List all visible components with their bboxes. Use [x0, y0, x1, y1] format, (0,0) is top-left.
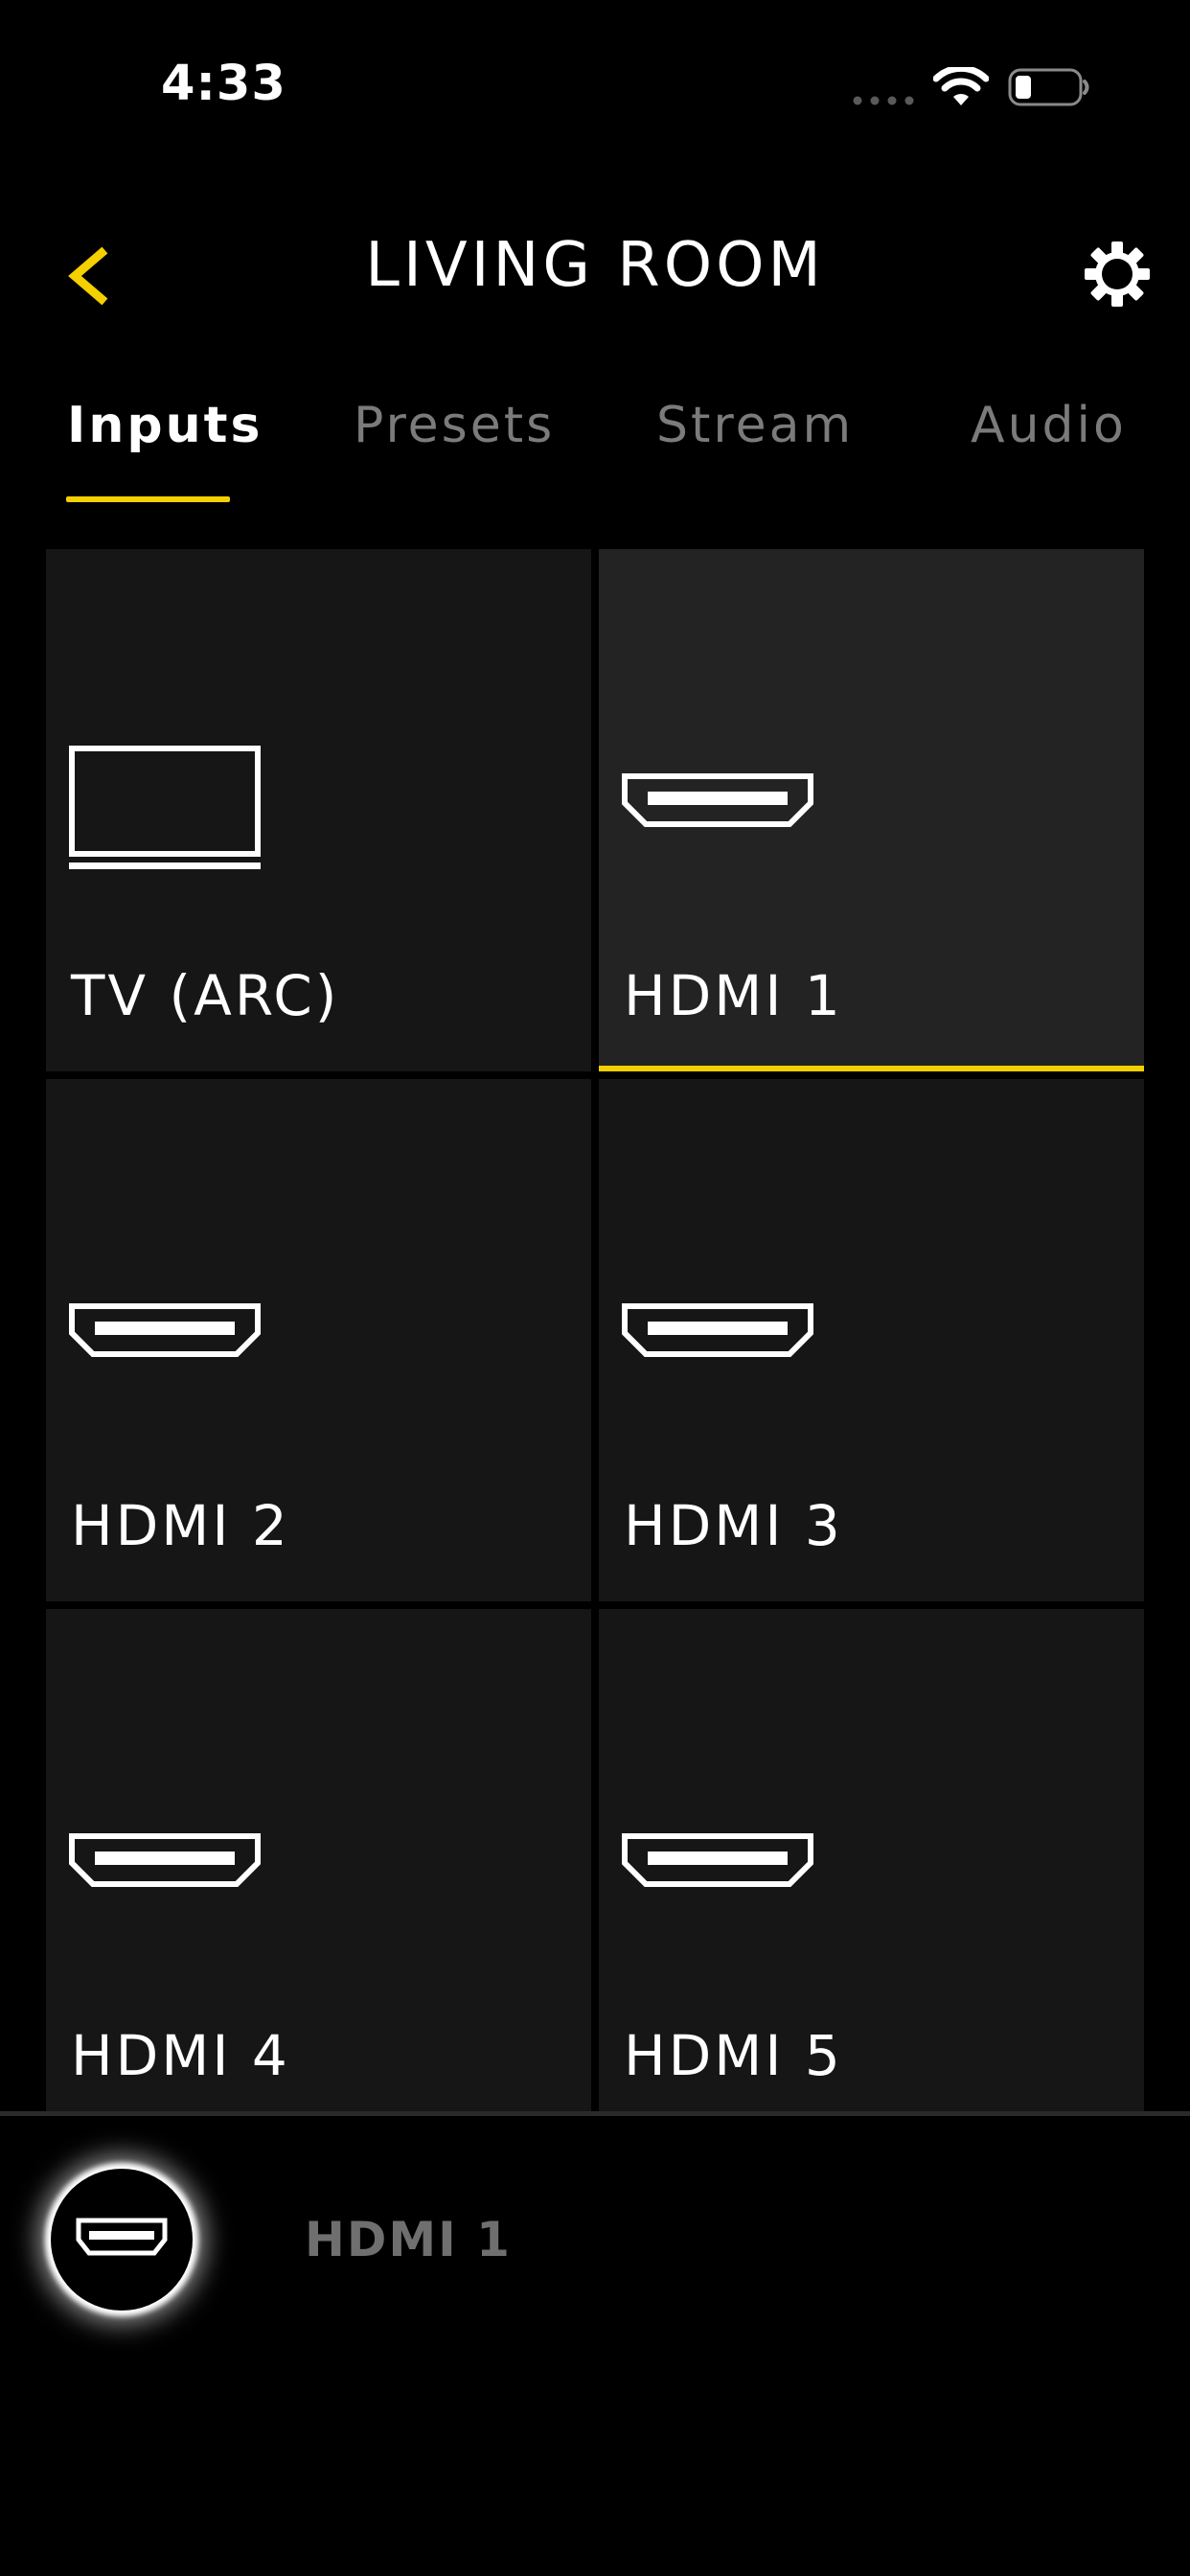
- tab-audio[interactable]: Audio: [971, 397, 1127, 454]
- hdmi-icon: [622, 1833, 813, 1887]
- tab-presets[interactable]: Presets: [354, 397, 555, 454]
- input-tile-hdmi-4[interactable]: HDMI 4: [46, 1609, 591, 2111]
- input-tile-hdmi-5[interactable]: HDMI 5: [599, 1609, 1144, 2111]
- page-title: LIVING ROOM: [365, 230, 825, 301]
- hdmi-icon: [76, 2218, 168, 2256]
- input-tile-hdmi-2[interactable]: HDMI 2: [46, 1079, 591, 1601]
- input-label: HDMI 3: [624, 1493, 843, 1558]
- input-label: HDMI 4: [71, 2023, 290, 2088]
- now-playing-bar: HDMI 1: [0, 2111, 1190, 2576]
- header: LIVING ROOM: [0, 201, 1190, 335]
- input-label: HDMI 5: [624, 2023, 843, 2088]
- battery-icon: [1008, 68, 1089, 106]
- now-playing-source-button[interactable]: [51, 2169, 193, 2311]
- tab-bar: Inputs Presets Stream Audio: [0, 383, 1190, 508]
- divider: [0, 2111, 1190, 2116]
- hdmi-icon: [69, 1833, 261, 1887]
- input-tile-hdmi-1[interactable]: HDMI 1: [599, 549, 1144, 1071]
- input-grid: TV (ARC) HDMI 1 HDMI 2 HDMI 3 HDMI 4 HDM…: [46, 549, 1144, 2111]
- cellular-signal-icon: [853, 96, 914, 105]
- input-label: HDMI 1: [624, 963, 843, 1028]
- selected-input-indicator: [599, 1066, 1144, 1071]
- hdmi-icon: [622, 1303, 813, 1357]
- input-tile-hdmi-3[interactable]: HDMI 3: [599, 1079, 1144, 1601]
- tab-inputs[interactable]: Inputs: [67, 397, 263, 454]
- wifi-icon: [933, 67, 989, 105]
- active-tab-indicator: [66, 496, 230, 502]
- tv-icon: [69, 746, 261, 869]
- input-tile-tv-arc[interactable]: TV (ARC): [46, 549, 591, 1071]
- tab-stream[interactable]: Stream: [656, 397, 854, 454]
- status-bar: 4:33: [0, 0, 1190, 134]
- status-time: 4:33: [161, 56, 286, 112]
- hdmi-icon: [69, 1303, 261, 1357]
- hdmi-icon: [622, 773, 813, 827]
- now-playing-source-label: HDMI 1: [305, 2212, 512, 2267]
- input-label: HDMI 2: [71, 1493, 290, 1558]
- input-label: TV (ARC): [71, 963, 340, 1028]
- gear-icon[interactable]: [1083, 240, 1152, 309]
